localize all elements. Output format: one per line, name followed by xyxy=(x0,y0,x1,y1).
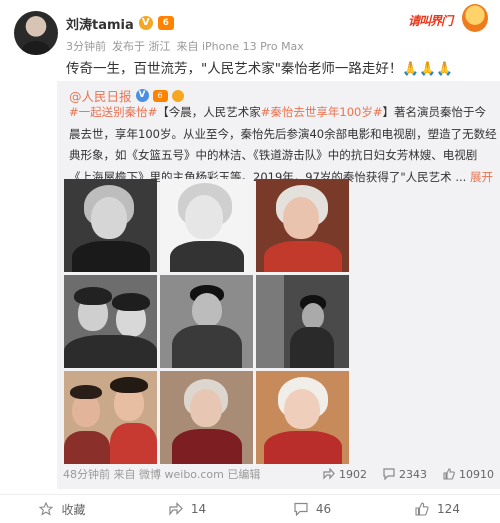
brand-badge-text: 请叫界门 xyxy=(408,14,453,28)
post-location: 发布于 浙江 xyxy=(112,40,171,53)
repost-source: 来自 微博 weibo.com xyxy=(113,468,224,481)
vip-level-icon: 6 xyxy=(152,89,168,102)
bracket-open: 【今晨，人民艺术家 xyxy=(157,105,261,119)
bracket-close: 】 xyxy=(382,105,395,119)
photo-portrait-5[interactable] xyxy=(256,371,349,464)
author-row: 刘涛tamia V 6 xyxy=(66,14,174,33)
mascot-icon xyxy=(462,4,488,32)
photo-film-still-3[interactable] xyxy=(256,275,349,368)
badge-icon xyxy=(171,89,184,102)
vip-level-icon[interactable]: 6 xyxy=(157,16,174,30)
repost-card[interactable]: @人民日报 V 6 #一起送别秦怡#【今晨，人民艺术家#秦怡去世享年100岁#】… xyxy=(57,81,500,489)
repost-like-count[interactable]: 10910 xyxy=(443,468,494,481)
like-icon xyxy=(443,468,455,480)
repost-comment-count[interactable]: 2343 xyxy=(383,468,427,481)
like-button[interactable]: 124 xyxy=(375,495,500,523)
like-icon xyxy=(415,502,429,516)
star-icon xyxy=(39,502,54,516)
photo-grid xyxy=(64,179,349,464)
repost-footer: 48分钟前 来自 微博 weibo.com 已编辑 1902 2343 1091… xyxy=(63,466,494,482)
hashtag-link[interactable]: #一起送别秦怡# xyxy=(69,105,157,119)
weibo-post: 刘涛tamia V 6 3分钟前 发布于 浙江 来自 iPhone 13 Pro… xyxy=(0,0,500,523)
verified-badge-icon: V xyxy=(138,16,153,30)
post-device: 来自 iPhone 13 Pro Max xyxy=(176,40,304,53)
share-icon xyxy=(323,468,335,480)
brand-badge: 请叫界门 xyxy=(408,4,490,38)
post-time[interactable]: 3分钟前 xyxy=(66,38,106,54)
verified-blue-icon: V xyxy=(135,89,149,102)
repost-time[interactable]: 48分钟前 xyxy=(63,466,110,482)
repost-stats: 1902 2343 10910 xyxy=(323,468,494,481)
photo-portrait-4[interactable] xyxy=(160,371,253,464)
comment-icon xyxy=(294,502,308,516)
photo-film-still-4[interactable] xyxy=(64,371,157,464)
photo-portrait-3[interactable] xyxy=(256,179,349,272)
favorite-button[interactable]: 收藏 xyxy=(0,495,125,523)
photo-film-still-2[interactable] xyxy=(160,275,253,368)
comment-icon xyxy=(383,468,395,480)
post-meta: 3分钟前 发布于 浙江 来自 iPhone 13 Pro Max xyxy=(66,38,304,54)
author-name[interactable]: 刘涛tamia xyxy=(66,14,134,33)
comment-button[interactable]: 46 xyxy=(250,495,375,523)
action-bar: 收藏 14 46 124 xyxy=(0,494,500,523)
hashtag-link[interactable]: #秦怡去世享年100岁# xyxy=(261,105,383,119)
repost-share-count[interactable]: 1902 xyxy=(323,468,367,481)
share-icon xyxy=(169,502,183,516)
edited-label[interactable]: 已编辑 xyxy=(227,466,260,482)
repost-button[interactable]: 14 xyxy=(125,495,250,523)
avatar[interactable] xyxy=(14,11,58,55)
photo-film-still-1[interactable] xyxy=(64,275,157,368)
photo-portrait-2[interactable] xyxy=(160,179,253,272)
photo-portrait-1[interactable] xyxy=(64,179,157,272)
post-text: 传奇一生，百世流芳，"人民艺术家"秦怡老师一路走好！🙏🙏🙏 xyxy=(66,61,453,77)
